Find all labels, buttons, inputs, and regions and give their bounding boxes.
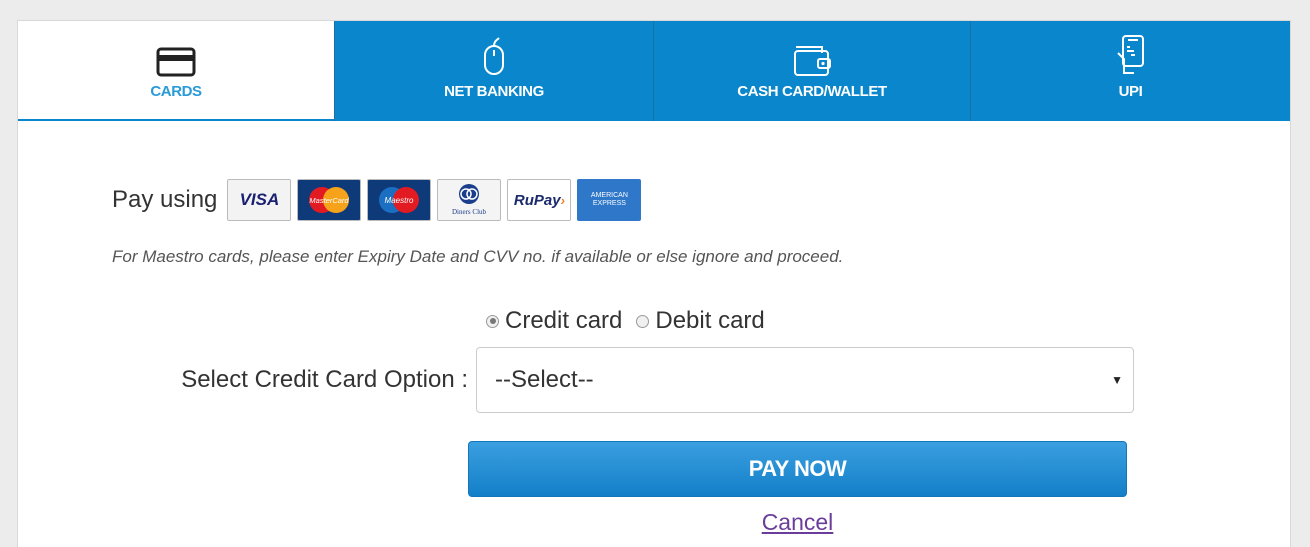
select-value: --Select-- bbox=[495, 366, 594, 393]
tab-upi[interactable]: UPI bbox=[970, 21, 1290, 121]
credit-card-label[interactable]: Credit card bbox=[505, 307, 622, 335]
debit-card-label[interactable]: Debit card bbox=[655, 307, 764, 335]
mouse-icon bbox=[484, 37, 504, 75]
debit-card-radio[interactable] bbox=[636, 314, 650, 328]
phone-hand-icon bbox=[1116, 35, 1144, 74]
card-type-radio-group: Credit card Debit card bbox=[486, 307, 779, 335]
tab-label: CASH CARD/WALLET bbox=[737, 83, 887, 100]
card-option-label: Select Credit Card Option : bbox=[181, 366, 468, 393]
maestro-note: For Maestro cards, please enter Expiry D… bbox=[112, 247, 844, 266]
mastercard-logo: MasterCard bbox=[297, 179, 362, 221]
cancel-link[interactable]: Cancel bbox=[468, 509, 1127, 536]
credit-card-radio[interactable] bbox=[486, 314, 499, 328]
tab-label: UPI bbox=[1118, 83, 1143, 100]
pay-now-button[interactable]: PAY NOW bbox=[468, 441, 1127, 497]
visa-logo: VISA bbox=[227, 179, 292, 221]
payment-panel: CARDS NET BANKING CASH CARD/WALLET UPI P… bbox=[17, 20, 1291, 547]
card-icon bbox=[156, 47, 196, 77]
svg-text:MasterCard: MasterCard bbox=[310, 196, 350, 205]
american-express-logo: AMERICAN EXPRESS bbox=[577, 179, 642, 221]
tab-label: NET BANKING bbox=[444, 83, 544, 100]
payment-tabs: CARDS NET BANKING CASH CARD/WALLET UPI bbox=[18, 21, 1290, 121]
chevron-down-icon: ▼ bbox=[1111, 373, 1123, 387]
diners-club-logo: Diners Club bbox=[437, 179, 502, 221]
svg-text:Maestro: Maestro bbox=[385, 196, 414, 205]
tab-cards[interactable]: CARDS bbox=[18, 21, 334, 121]
card-option-row: Select Credit Card Option : --Select-- ▼ bbox=[144, 347, 1134, 413]
wallet-icon bbox=[794, 46, 831, 76]
pay-using-row: Pay using VISA MasterCard Maestro Diners… bbox=[112, 179, 647, 221]
svg-text:Diners Club: Diners Club bbox=[452, 208, 487, 216]
tab-label: CARDS bbox=[150, 83, 202, 100]
card-option-select[interactable]: --Select-- ▼ bbox=[476, 347, 1134, 413]
tab-cash-card-wallet[interactable]: CASH CARD/WALLET bbox=[653, 21, 970, 121]
tab-net-banking[interactable]: NET BANKING bbox=[334, 21, 653, 121]
pay-using-label: Pay using bbox=[112, 186, 218, 213]
rupay-logo: RuPay › bbox=[507, 179, 572, 221]
maestro-logo: Maestro bbox=[367, 179, 432, 221]
